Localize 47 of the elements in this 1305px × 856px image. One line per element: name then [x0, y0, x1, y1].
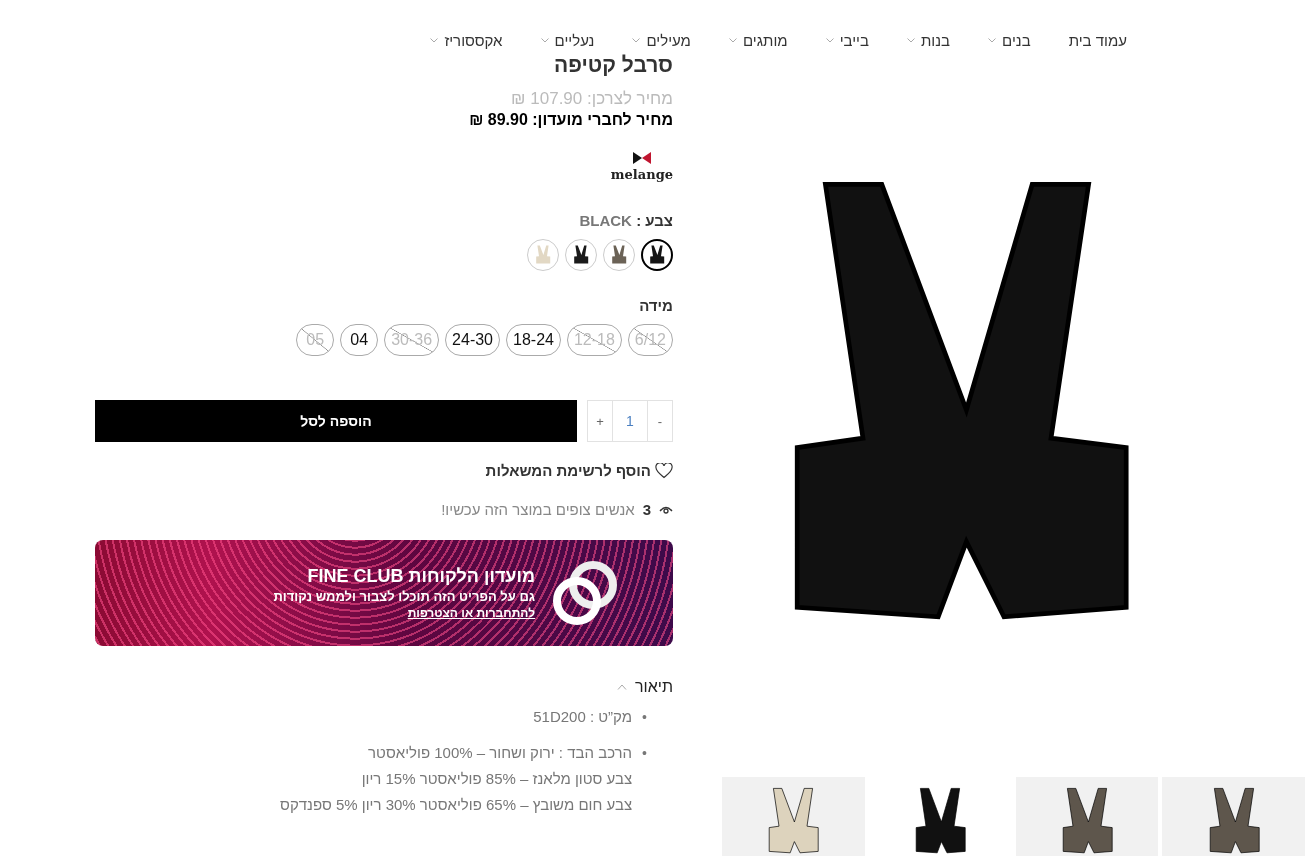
product-title: סרבל קטיפה: [554, 53, 673, 77]
description-line: הרכב הבד : ירוק ושחור – 100% פוליאסטר: [367, 743, 633, 763]
nav-link[interactable]: מעילים: [632, 32, 691, 49]
product-thumbnail[interactable]: [722, 777, 865, 856]
chevron-down-icon: [825, 38, 834, 43]
description-line: מק”ט : 51D200: [533, 707, 633, 727]
nav-link[interactable]: אקססוריז: [430, 32, 503, 49]
product-thumbnail[interactable]: [1162, 777, 1305, 856]
quantity-stepper[interactable]: - 1 +: [587, 400, 673, 442]
join-link[interactable]: להתחברות או הצטרפות: [273, 606, 535, 620]
bullet: •: [642, 708, 647, 727]
color-swatch[interactable]: [641, 239, 673, 271]
chevron-down-icon: [430, 38, 439, 43]
bow-logo-icon: [631, 151, 652, 165]
viewers-text: אנשים צופים במוצר הזה עכשיו!: [441, 501, 635, 518]
club-title: מועדון הלקוחות FINE CLUB: [306, 566, 535, 587]
nav-link[interactable]: עמוד בית: [1068, 32, 1127, 49]
nav-link[interactable]: בנים: [988, 32, 1031, 49]
size-option[interactable]: 24-30: [445, 324, 500, 356]
size-option[interactable]: 04: [340, 324, 379, 356]
wishlist-link[interactable]: הוסף לרשימת המשאלות: [485, 462, 673, 479]
viewers-count: 3: [642, 501, 651, 518]
chevron-up-icon: [617, 684, 628, 690]
chevron-down-icon: [632, 38, 641, 43]
nav-link[interactable]: בנות: [906, 32, 951, 49]
size-option[interactable]: 18-24: [506, 324, 561, 356]
description-line: צבע סטון מלאנז – 85% פוליאסטר 15% ריון: [360, 769, 633, 789]
description-toggle[interactable]: תיאור: [617, 678, 673, 696]
chevron-down-icon: [728, 38, 737, 43]
nav-link[interactable]: בייבי: [825, 32, 869, 49]
eye-icon: [659, 504, 673, 515]
brand-logo: melange: [610, 167, 673, 182]
retail-price: מחיר לצרכן: 107.90 ₪: [511, 89, 673, 109]
quantity-field[interactable]: 1: [612, 401, 648, 441]
chevron-down-icon: [988, 38, 997, 43]
description-line: צבע חום משובץ – 65% פוליאסטר 30% ריון 5% ספנדקס: [280, 795, 633, 815]
product-thumbnail[interactable]: [1015, 777, 1159, 856]
chevron-down-icon: [906, 38, 915, 43]
bullet: •: [642, 744, 647, 763]
club-subtitle: גם על הפריט הזה תוכלו לצבור ולממש נקודות: [273, 589, 535, 604]
club-price: מחיר לחברי מועדון: 89.90 ₪: [469, 111, 673, 129]
size-label: מידה: [639, 297, 673, 314]
add-to-cart-button[interactable]: הוספה לסל: [95, 400, 577, 442]
heart-icon: [655, 462, 673, 479]
nav-link[interactable]: מותגים: [728, 32, 788, 49]
chevron-down-icon: [540, 38, 549, 43]
nav-link[interactable]: נעליים: [540, 32, 595, 49]
